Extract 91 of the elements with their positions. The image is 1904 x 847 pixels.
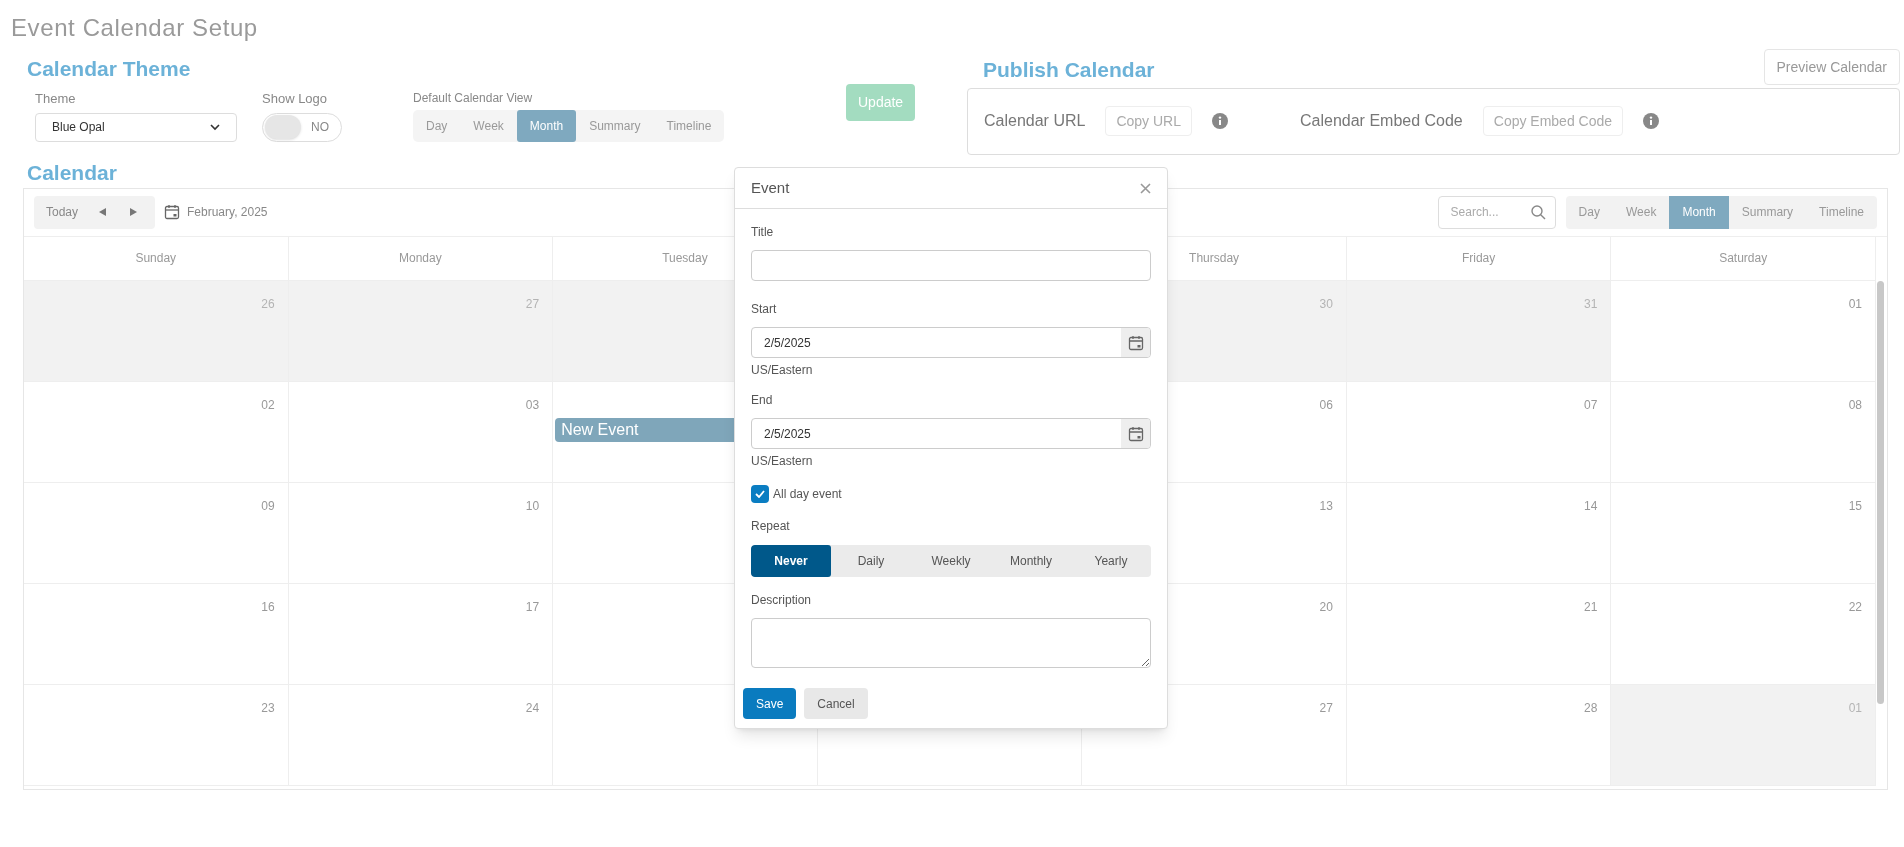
chevron-icon [210, 123, 220, 131]
day-number: 27 [1319, 699, 1333, 717]
field-label: Theme [35, 90, 77, 108]
day-number: 22 [1848, 598, 1862, 616]
search-icon [1530, 204, 1546, 220]
day-number: 01 [1848, 295, 1862, 313]
logo-toggle[interactable]: NO [262, 112, 342, 142]
day-number: 20 [1319, 598, 1333, 616]
cancel-button[interactable]: Cancel [804, 688, 868, 719]
field-label: Title [751, 224, 775, 241]
day-number: 23 [261, 699, 275, 717]
next-icon[interactable] [130, 208, 138, 216]
info-icon[interactable] [1643, 113, 1660, 129]
segment-tab[interactable]: Monthly [991, 545, 1071, 577]
day-number: 10 [525, 497, 540, 515]
day-number: 14 [1584, 497, 1598, 515]
checkbox-label: All day event [773, 486, 842, 503]
calendar-icon [1127, 334, 1144, 351]
day-number: 28 [1584, 699, 1598, 717]
save-button[interactable]: Save [743, 688, 797, 719]
today-button[interactable]: Today [34, 195, 91, 229]
segment-tab[interactable]: Never [751, 545, 831, 577]
weekday-header: Sunday [135, 250, 177, 267]
segment-tab[interactable]: Week [460, 110, 517, 142]
calendar-icon [1127, 425, 1144, 442]
day-number: 13 [1319, 497, 1333, 515]
segment-tab[interactable]: Month [516, 110, 577, 142]
scrollbar[interactable] [1877, 280, 1884, 704]
weekday-header: Thursday [1189, 250, 1240, 267]
day-number: 31 [1584, 295, 1598, 313]
weekday-header: Monday [399, 250, 442, 267]
day-number: 24 [525, 699, 540, 717]
theme-dropdown[interactable]: Blue Opal [35, 112, 237, 142]
segment-tab[interactable]: Summary [576, 110, 654, 142]
segment-tab[interactable]: Week [1612, 195, 1670, 229]
day-number: 09 [261, 497, 275, 515]
field-label: Repeat [751, 518, 791, 535]
field-label: Start [751, 301, 778, 318]
weekday-header: Saturday [1719, 250, 1768, 267]
segment-tab[interactable]: Yearly [1071, 545, 1151, 577]
day-number: 03 [525, 396, 540, 414]
segment-tab[interactable]: Weekly [911, 545, 991, 577]
field-label: End [751, 392, 774, 409]
section-heading: Calendar [27, 159, 117, 181]
month-label: February, 2025 [187, 204, 268, 221]
day-number: 17 [525, 598, 540, 616]
timezone-label: US/Eastern [751, 362, 814, 379]
timezone-label: US/Eastern [751, 453, 814, 470]
section-heading: Calendar Theme [27, 56, 191, 77]
section-heading: Publish Calendar [982, 57, 1155, 83]
segment-tab[interactable]: Daily [831, 545, 911, 577]
segment-tab[interactable]: Summary [1728, 195, 1807, 229]
field-label: Default Calendar View [413, 90, 534, 107]
check-icon [755, 490, 765, 498]
day-number: 26 [261, 295, 275, 313]
day-number: 02 [261, 396, 275, 414]
previous-icon[interactable] [99, 208, 107, 216]
field-label: Calendar URL [984, 111, 1086, 131]
field-label: Calendar Embed Code [1300, 111, 1463, 131]
segment-tab[interactable]: Timeline [653, 110, 725, 142]
search-field[interactable]: Search... [1437, 195, 1556, 229]
day-number: 30 [1319, 295, 1333, 313]
day-number: 16 [261, 598, 275, 616]
copy-button[interactable]: Copy URL [1105, 106, 1192, 136]
day-number: 27 [525, 295, 540, 313]
field-label: Description [751, 592, 813, 609]
weekday-header: Friday [1461, 250, 1496, 267]
checkbox[interactable] [751, 485, 769, 503]
date-field[interactable]: 2/5/2025 [751, 327, 1151, 358]
date-field[interactable]: 2/5/2025 [751, 418, 1151, 449]
dialog-title: Event [751, 177, 790, 198]
info-icon[interactable] [1212, 113, 1228, 129]
description-field[interactable] [751, 618, 1151, 668]
day-number: 06 [1319, 396, 1333, 414]
day-number: 07 [1584, 396, 1598, 414]
segment-tab[interactable]: Day [1565, 195, 1613, 229]
segment-tab[interactable]: Day [413, 110, 461, 142]
copy-button[interactable]: Copy Embed Code [1482, 106, 1624, 136]
preview-calendar-button[interactable]: Preview Calendar [1763, 49, 1900, 85]
day-number: 08 [1848, 396, 1862, 414]
close-icon[interactable] [1140, 182, 1151, 194]
day-number: 01 [1848, 699, 1862, 717]
day-number: 21 [1584, 598, 1598, 616]
calendar-icon [164, 204, 180, 220]
weekday-header: Tuesday [662, 250, 708, 267]
field-label: Show Logo [262, 90, 329, 108]
day-number: 15 [1848, 497, 1862, 515]
title-field[interactable] [751, 250, 1151, 281]
segment-tab[interactable]: Month [1669, 195, 1729, 229]
segment-tab[interactable]: Timeline [1806, 195, 1877, 229]
page-title: Event Calendar Setup [10, 13, 259, 43]
